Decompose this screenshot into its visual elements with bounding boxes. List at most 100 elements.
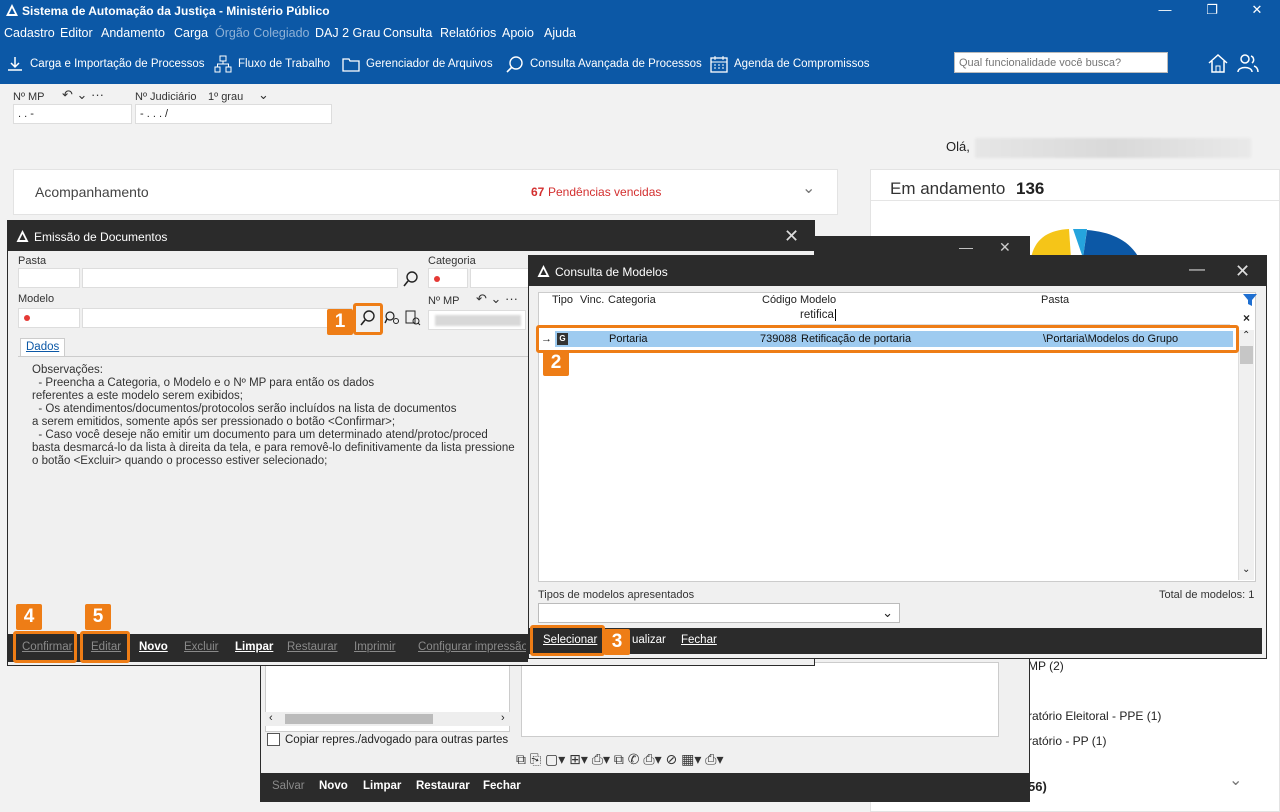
app-logo-icon [16,230,29,242]
clear-filter-icon[interactable]: × [1243,311,1250,325]
fluxo-trabalho-button[interactable]: Fluxo de Trabalho [214,54,330,74]
pendencias-count: 67 [531,185,545,199]
document-search-icon[interactable] [405,310,421,326]
tab-dados[interactable]: Dados [20,338,65,356]
scroll-thumb[interactable] [1240,346,1253,364]
minimize-button[interactable]: — [1154,1,1176,19]
details-panel[interactable] [521,662,999,737]
col-pasta[interactable]: Pasta [1041,294,1069,306]
fechar-button[interactable]: Fechar [681,634,717,646]
user-name-redacted [975,138,1251,158]
col-codigo[interactable]: Código [762,294,797,306]
close-button[interactable]: ✕ [1246,1,1268,19]
minimize-icon[interactable]: — [959,239,973,255]
required-indicator [24,315,30,321]
title-bar: Sistema de Automação da Justiça - Minist… [0,0,1280,22]
menu-ajuda[interactable]: Ajuda [544,26,576,40]
divider [871,200,1279,201]
menu-apoio[interactable]: Apoio [502,26,534,40]
pendencias-label[interactable]: Pendências vencidas [548,185,661,199]
expand-chevron-icon[interactable]: ⌄ [1229,770,1242,790]
nmp-redacted [435,315,521,326]
search-icon[interactable] [403,271,419,287]
restore-button[interactable]: ❐ [1201,1,1223,19]
salvar-button[interactable]: Salvar [272,780,305,792]
horizontal-scrollbar[interactable]: ‹ › [265,712,510,726]
modelo-name-field[interactable] [82,308,352,328]
agenda-compromissos-label: Agenda de Compromissos [734,58,870,70]
nmp-field[interactable]: . . - [13,104,132,124]
menu-daj-2-grau[interactable]: DAJ 2 Grau [315,26,380,40]
carga-importacao-button[interactable]: Carga e Importação de Processos [6,54,205,74]
novo-button[interactable]: Novo [139,641,168,653]
agenda-compromissos-button[interactable]: Agenda de Compromissos [710,54,870,74]
fechar-button[interactable]: Fechar [483,780,521,792]
pasta-name-field[interactable] [82,268,398,288]
scroll-left-icon[interactable]: ‹ [269,712,273,724]
novo-button[interactable]: Novo [319,780,348,792]
col-vinc[interactable]: Vinc. [580,294,604,306]
menu-editor[interactable]: Editor [60,26,93,40]
menu-carga[interactable]: Carga [174,26,208,40]
copiar-checkbox[interactable] [267,733,280,746]
configurar-impressao-button[interactable]: Configurar impressão [418,641,526,653]
consulta-title-bar: Consulta de Modelos — ✕ [529,256,1266,286]
consulta-title: Consulta de Modelos [555,265,668,279]
close-icon[interactable]: ✕ [784,226,799,247]
undo-icon[interactable]: ↶ ⌄ ··· [62,87,104,103]
filter-icon[interactable] [1242,292,1258,308]
emissao-nmp-field[interactable] [428,310,526,330]
minimize-icon[interactable]: — [1189,261,1205,279]
scroll-thumb[interactable] [285,714,433,724]
tipos-modelos-select[interactable]: ⌄ [538,603,900,623]
visualizar-button[interactable]: ualizar [632,634,666,646]
filter-modelo-input[interactable]: retifica [800,309,1230,325]
home-icon[interactable] [1206,52,1230,74]
restaurar-button[interactable]: Restaurar [287,641,338,653]
excluir-button[interactable]: Excluir [184,641,219,653]
undo-icon[interactable]: ↶ ⌄ ··· [476,291,518,307]
expand-chevron-icon[interactable]: ⌄ [802,178,815,198]
njud-label: Nº Judiciário [135,91,197,103]
gerenciador-arquivos-button[interactable]: Gerenciador de Arquivos [342,54,493,74]
imprimir-button[interactable]: Imprimir [354,641,396,653]
close-icon[interactable]: ✕ [1235,261,1250,282]
grau-label[interactable]: 1º grau [208,91,243,103]
njud-field[interactable]: - . . . / [135,104,332,124]
search-input[interactable] [954,52,1168,73]
menu-andamento[interactable]: Andamento [101,26,165,40]
list-item-mp[interactable]: MP (2) [1028,659,1064,673]
users-icon[interactable] [1236,52,1260,74]
menu-orgao-colegiado[interactable]: Órgão Colegiado [215,26,310,40]
list-item-pp[interactable]: ratório - PP (1) [1028,734,1106,748]
menu-relatorios[interactable]: Relatórios [440,26,496,40]
search-settings-icon[interactable] [384,310,400,326]
consulta-avancada-button[interactable]: Consulta Avançada de Processos [506,54,702,74]
observacoes-text: Observações: - Preencha a Categoria, o M… [32,364,515,467]
col-modelo[interactable]: Modelo [800,294,836,306]
menu-consulta[interactable]: Consulta [383,26,432,40]
callout-5-badge: 5 [85,604,111,630]
carga-importacao-label: Carga e Importação de Processos [30,58,205,70]
limpar-button[interactable]: Limpar [363,780,401,792]
callout-3-badge: 3 [604,629,630,655]
vertical-scrollbar[interactable]: ⌃ ⌄ [1238,330,1254,580]
scroll-down-icon[interactable]: ⌄ [1242,564,1250,575]
col-tipo[interactable]: Tipo [552,294,573,306]
menu-cadastro[interactable]: Cadastro [4,26,55,40]
col-categoria[interactable]: Categoria [608,294,656,306]
close-icon[interactable]: ✕ [999,239,1011,256]
callout-2-highlight [536,325,1239,353]
list-item-ppe[interactable]: ratório Eleitoral - PPE (1) [1028,709,1161,723]
calendar-icon [710,56,728,73]
modelo-label: Modelo [18,293,55,305]
chevron-down-icon[interactable]: ⌄ [258,87,269,103]
tipos-modelos-label: Tipos de modelos apresentados [538,589,695,601]
restaurar-button[interactable]: Restaurar [416,780,470,792]
scroll-up-icon[interactable]: ⌃ [1242,330,1250,341]
pasta-code-field[interactable] [18,268,80,288]
document-actions-icon-row[interactable]: ⧉ ⎘ ▢▾ ⊞▾ ⎙▾ ⧉ ✆ ⎙▾ ⊘ ▦▾ ⎙▾ [516,751,724,768]
scroll-right-icon[interactable]: › [501,712,505,724]
limpar-button[interactable]: Limpar [235,641,273,653]
categoria-name-field[interactable] [470,268,530,288]
